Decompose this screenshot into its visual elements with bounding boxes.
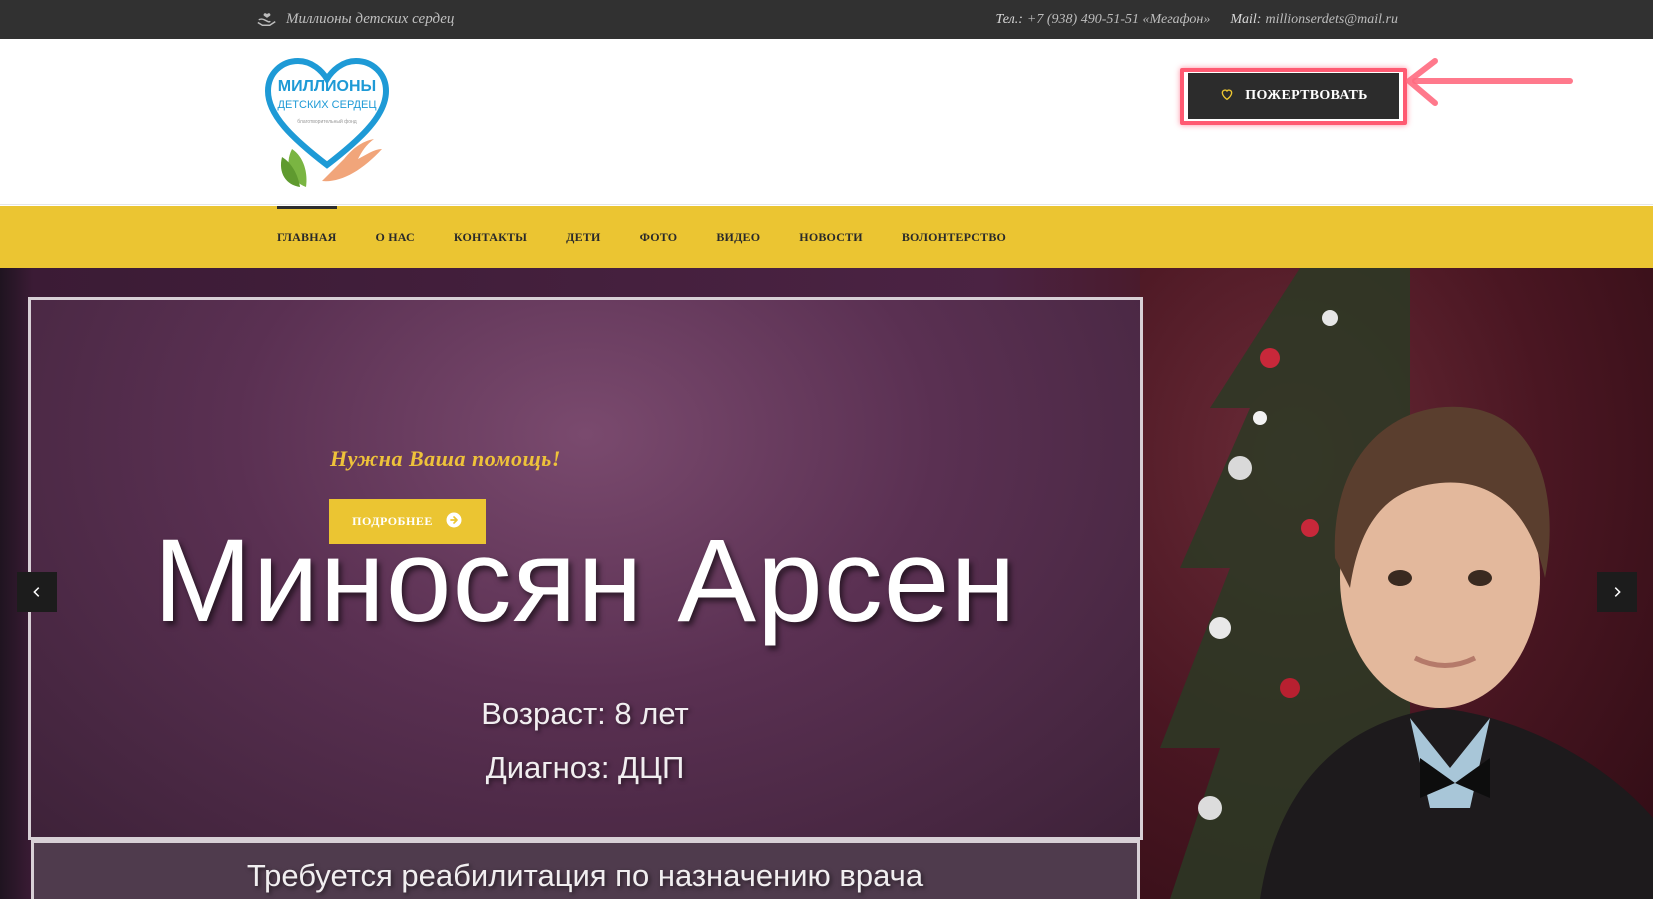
chevron-left-icon (33, 587, 40, 597)
help-heading: Нужна Ваша помощь! (330, 446, 561, 471)
tagline-text: Миллионы детских сердец (286, 11, 455, 27)
mail-info: Mail: millionserdets@mail.ru (1230, 11, 1398, 27)
nav-item-volunteering[interactable]: ВОЛОНТЕРСТВО (902, 206, 1006, 268)
main-nav: ГЛАВНАЯ О НАС КОНТАКТЫ ДЕТИ ФОТО ВИДЕО Н… (0, 206, 1653, 268)
donate-label: ПОЖЕРТВОВАТЬ (1245, 88, 1368, 103)
nav-item-photo[interactable]: ФОТО (640, 206, 678, 268)
hands-heart-icon (256, 6, 278, 33)
nav-item-home[interactable]: ГЛАВНАЯ (277, 206, 337, 268)
child-age: Возраст: 8 лет (481, 696, 689, 731)
slider-next-button[interactable] (1597, 572, 1637, 612)
logo-line1: МИЛЛИОНЫ (277, 78, 377, 95)
nav-item-children[interactable]: ДЕТИ (566, 206, 600, 268)
mail-link[interactable]: millionserdets@mail.ru (1265, 12, 1398, 27)
slider-prev-button[interactable] (17, 572, 57, 612)
child-diagnosis: Диагноз: ДЦП (485, 750, 685, 785)
child-rehab-note: Требуется реабилитация по назначению вра… (246, 858, 924, 893)
site-logo[interactable]: МИЛЛИОНЫ ДЕТСКИХ СЕРДЕЦ благотворительны… (262, 53, 392, 193)
site-header: МИЛЛИОНЫ ДЕТСКИХ СЕРДЕЦ благотворительны… (0, 39, 1653, 205)
chevron-right-icon (1614, 587, 1621, 597)
phone-link[interactable]: +7 (938) 490-51-51 «Мегафон» (1027, 12, 1210, 27)
hero-slider: Нужна Ваша помощь! ПОДРОБНЕЕ Миносян Арс… (0, 268, 1653, 899)
child-name: Миносян Арсен (153, 515, 1017, 647)
heart-icon (1219, 86, 1235, 107)
logo-line2: ДЕТСКИХ СЕРДЕЦ (277, 99, 377, 111)
nav-item-contacts[interactable]: КОНТАКТЫ (454, 206, 527, 268)
donate-button[interactable]: ПОЖЕРТВОВАТЬ (1188, 73, 1399, 119)
top-tagline: Миллионы детских сердец (256, 0, 454, 39)
logo-line3: благотворительный фонд (297, 119, 357, 125)
nav-item-news[interactable]: НОВОСТИ (799, 206, 863, 268)
top-bar: Миллионы детских сердец Тел.: +7 (938) 49… (0, 0, 1653, 39)
annotation-arrow-icon (1406, 58, 1573, 106)
child-photo-image (1260, 406, 1653, 899)
phone-info: Тел.: +7 (938) 490-51-51 «Мегафон» (995, 11, 1211, 27)
nav-item-video[interactable]: ВИДЕО (716, 206, 760, 268)
nav-item-about[interactable]: О НАС (376, 206, 415, 268)
top-contacts: Тел.: +7 (938) 490-51-51 «Мегафон» Mail: m… (996, 0, 1399, 39)
